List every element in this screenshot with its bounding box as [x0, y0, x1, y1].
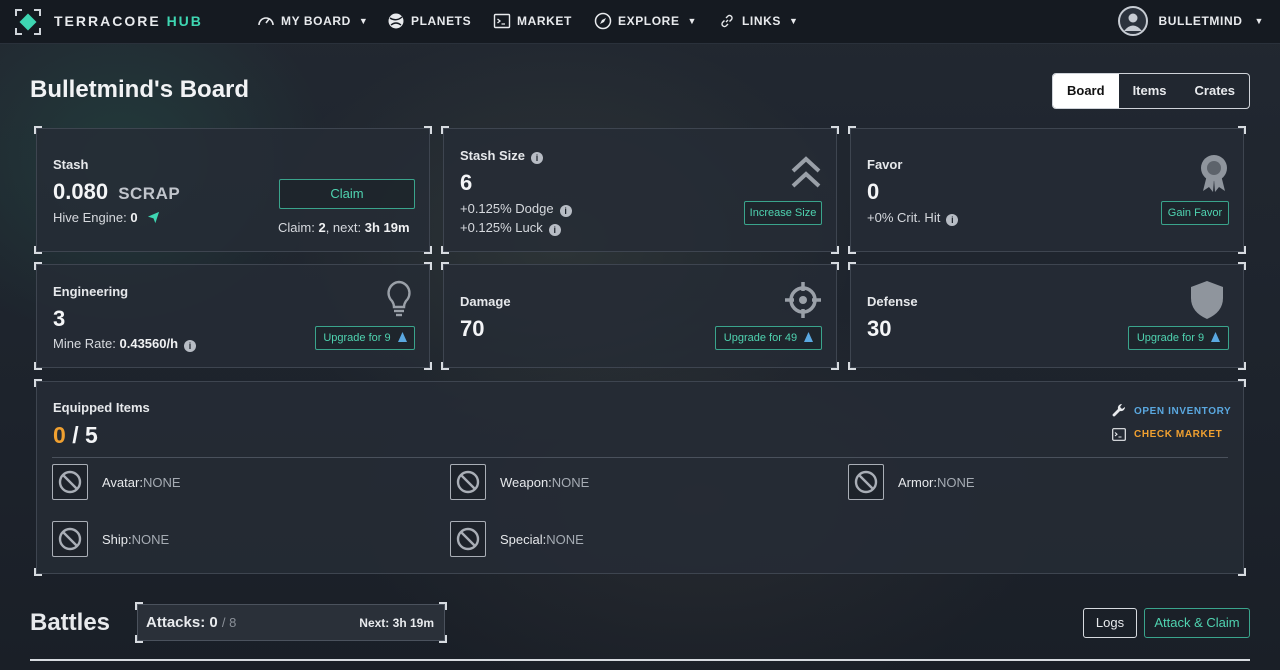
claim-status: Claim: 2, next: 3h 19m — [278, 220, 410, 235]
stash-size-card: Stash Size i 6 +0.125% Dodge i +0.125% Luc… — [441, 126, 839, 254]
check-market-link[interactable]: CHECK MARKET — [1112, 428, 1222, 441]
slot-special[interactable]: Special:NONE — [450, 521, 584, 557]
crit-hit-bonus: +0% Crit. Hit i — [867, 210, 959, 226]
terracore-logo-icon[interactable] — [14, 8, 42, 36]
defense-value: 30 — [867, 316, 892, 341]
equipped-divider — [52, 457, 1228, 458]
attack-claim-button[interactable]: Attack & Claim — [1144, 608, 1250, 638]
dodge-bonus: +0.125% Dodge i — [460, 201, 572, 217]
chevron-down-icon: ▼ — [358, 16, 369, 26]
terminal-icon — [1112, 428, 1126, 441]
stash-label: Stash — [53, 157, 89, 172]
info-icon[interactable]: i — [946, 214, 959, 226]
upgrade-engineering-button[interactable]: Upgrade for 9 — [315, 326, 415, 350]
page-title: Bulletmind's Board — [30, 76, 250, 103]
info-icon[interactable]: i — [559, 205, 572, 217]
chevron-down-icon: ▼ — [1254, 16, 1264, 26]
upgrade-defense-button[interactable]: Upgrade for 9 — [1128, 326, 1229, 350]
empty-slot-icon — [52, 464, 88, 500]
damage-card: Damage 70 Upgrade for 49 — [441, 262, 839, 370]
empty-slot-icon — [848, 464, 884, 500]
crosshair-icon — [785, 282, 821, 318]
nav-explore[interactable]: EXPLORE ▼ — [594, 12, 697, 30]
stash-value: 0.080 SCRAP — [53, 179, 181, 204]
battles-title: Battles — [30, 609, 111, 636]
nav-links[interactable]: LINKS ▼ — [718, 12, 799, 30]
stash-size-label: Stash Size i — [460, 148, 544, 164]
hive-token-icon — [1211, 332, 1221, 342]
slot-avatar[interactable]: Avatar:NONE — [52, 464, 181, 500]
compass-icon — [594, 12, 612, 30]
double-chevron-up-icon — [791, 156, 821, 188]
slot-weapon[interactable]: Weapon:NONE — [450, 464, 589, 500]
avatar — [1118, 6, 1149, 36]
award-ribbon-icon — [1201, 155, 1227, 192]
open-inventory-link[interactable]: OPEN INVENTORY — [1112, 404, 1231, 418]
stash-unit: SCRAP — [118, 184, 181, 203]
damage-value: 70 — [460, 316, 485, 341]
info-icon[interactable]: i — [548, 224, 561, 236]
top-nav: TERRACORE HUB MY BOARD ▼ PLANETS MARKET E… — [0, 0, 1280, 44]
terminal-icon — [493, 13, 511, 29]
user-menu[interactable]: BULLETMIND ▼ — [1118, 6, 1264, 36]
luck-bonus: +0.125% Luck i — [460, 220, 561, 236]
engineering-label: Engineering — [53, 284, 129, 299]
damage-label: Damage — [460, 294, 511, 309]
equipped-count: 0 / 5 — [53, 422, 98, 448]
tab-items[interactable]: Items — [1119, 74, 1181, 108]
chevron-down-icon: ▼ — [687, 16, 698, 26]
info-icon[interactable]: i — [184, 340, 197, 352]
nav-planets[interactable]: PLANETS — [387, 12, 471, 30]
hive-token-icon — [804, 332, 814, 342]
mine-rate: Mine Rate: 0.43560/h i — [53, 336, 197, 352]
hive-engine-balance: Hive Engine: 0 — [53, 210, 160, 225]
tab-board[interactable]: Board — [1053, 74, 1119, 108]
engineering-card: Engineering 3 Mine Rate: 0.43560/h i Upgr… — [34, 262, 432, 370]
slot-ship[interactable]: Ship:NONE — [52, 521, 169, 557]
nav-market[interactable]: MARKET — [493, 12, 572, 30]
next-attack-timer: Next: 3h 19m — [359, 616, 434, 630]
defense-label: Defense — [867, 294, 918, 309]
favor-label: Favor — [867, 157, 903, 172]
planet-icon — [388, 13, 404, 29]
gauge-icon — [258, 17, 274, 26]
stash-size-value: 6 — [460, 170, 473, 195]
brand-name[interactable]: TERRACORE HUB — [54, 13, 203, 29]
nav-my-board[interactable]: MY BOARD ▼ — [257, 12, 368, 30]
battles-card-top-edge — [30, 659, 1250, 670]
slot-armor[interactable]: Armor:NONE — [848, 464, 975, 500]
wrench-icon — [1112, 404, 1126, 417]
stash-card: Stash 0.080 SCRAP Hive Engine: 0 Claim C… — [34, 126, 432, 254]
hive-token-icon — [397, 332, 407, 342]
defense-card: Defense 30 Upgrade for 9 — [848, 262, 1246, 370]
shield-icon — [1191, 281, 1223, 319]
equipped-items-label: Equipped Items — [53, 400, 150, 415]
empty-slot-icon — [52, 521, 88, 557]
engineering-value: 3 — [53, 306, 66, 331]
link-icon — [721, 14, 733, 28]
chevron-down-icon: ▼ — [789, 16, 799, 26]
equipped-items-card: Equipped Items 0 / 5 — [34, 379, 1246, 576]
empty-slot-icon — [450, 521, 486, 557]
attacks-count: Attacks: 0 / 8 — [146, 614, 237, 631]
increase-size-button[interactable]: Increase Size — [744, 201, 822, 225]
tab-crates[interactable]: Crates — [1181, 74, 1249, 108]
lightbulb-icon — [387, 280, 411, 317]
upgrade-damage-button[interactable]: Upgrade for 49 — [715, 326, 822, 350]
favor-value: 0 — [867, 179, 880, 204]
send-icon[interactable] — [147, 211, 160, 224]
board-tabs: Board Items Crates — [1052, 73, 1250, 109]
username: BULLETMIND — [1158, 14, 1243, 28]
attacks-panel: Attacks: 0 / 8 Next: 3h 19m — [135, 602, 447, 643]
info-icon[interactable]: i — [531, 152, 544, 164]
gain-favor-button[interactable]: Gain Favor — [1161, 201, 1229, 225]
favor-card: Favor 0 +0% Crit. Hit i Gain Favor — [848, 126, 1246, 254]
empty-slot-icon — [450, 464, 486, 500]
claim-button[interactable]: Claim — [279, 179, 415, 209]
logs-button[interactable]: Logs — [1083, 608, 1137, 638]
